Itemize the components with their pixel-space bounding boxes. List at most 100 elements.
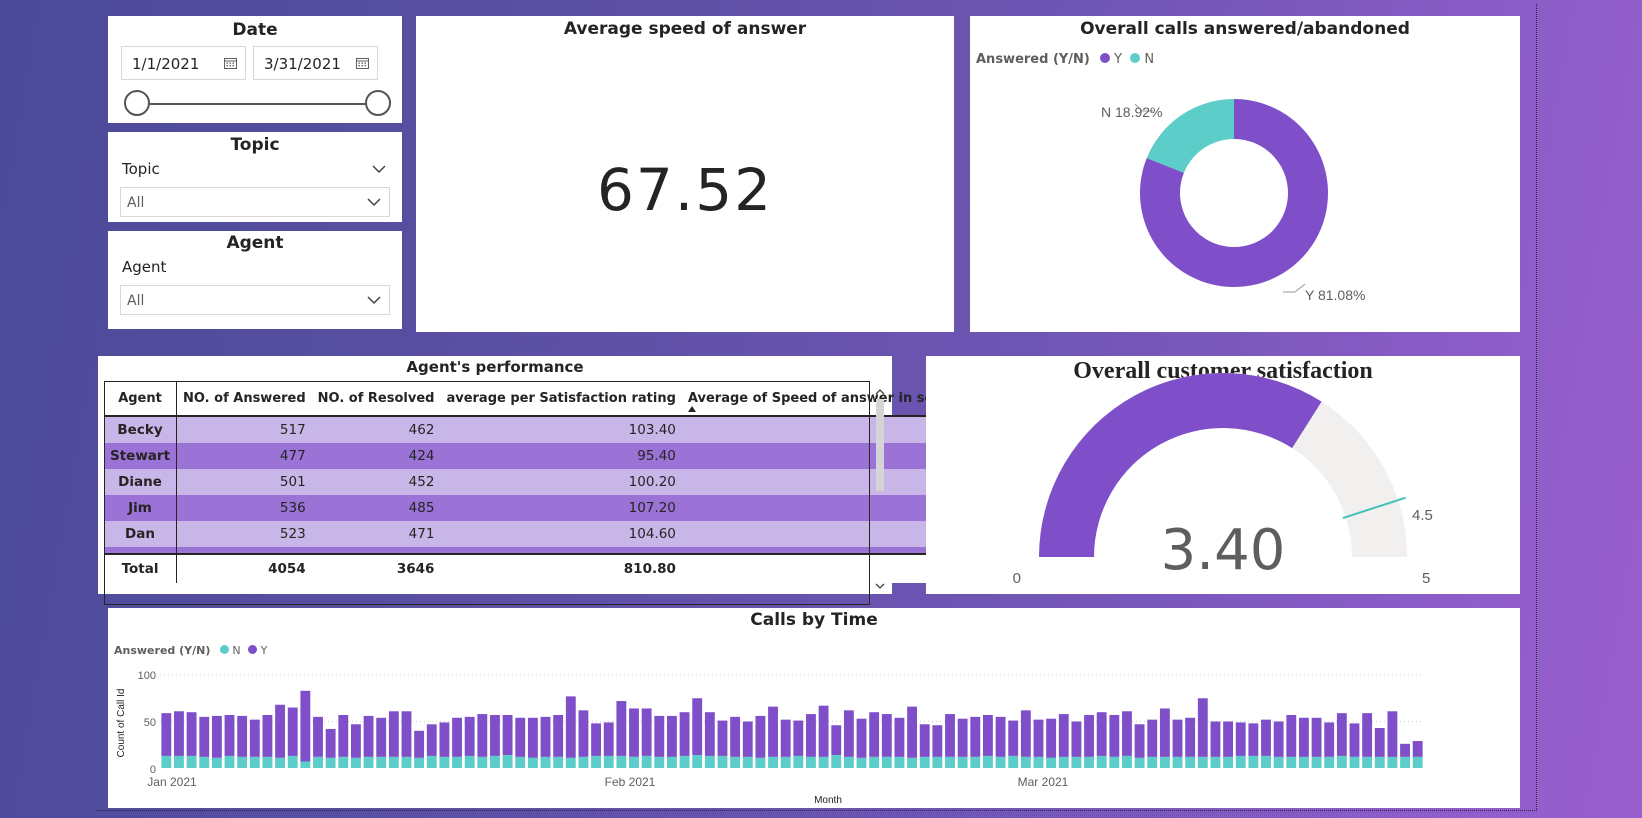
table-row[interactable]: Stewart 477 424 95.40 66.18 [104,443,983,469]
bar-abandoned[interactable] [313,756,323,768]
bar-abandoned[interactable] [856,757,867,768]
bar-answered[interactable] [439,722,450,757]
bar-answered[interactable] [1020,710,1031,757]
bar-answered[interactable] [388,711,399,757]
bar-abandoned[interactable] [1374,756,1385,768]
bar-abandoned[interactable] [464,755,475,768]
bar-answered[interactable] [603,722,614,756]
bar-answered[interactable] [629,708,639,757]
table-scrollbar[interactable] [874,387,886,597]
bar-abandoned[interactable] [439,756,450,768]
bar-answered[interactable] [338,714,349,757]
bar-abandoned[interactable] [932,756,943,768]
bar-abandoned[interactable] [1235,755,1246,768]
bar-abandoned[interactable] [249,756,260,768]
bar-abandoned[interactable] [1324,756,1335,768]
bar-answered[interactable] [1109,714,1120,757]
bar-answered[interactable] [654,715,665,757]
bar-answered[interactable] [1261,719,1271,756]
bar-answered[interactable] [1058,714,1069,757]
bar-answered[interactable] [742,721,753,757]
bar-abandoned[interactable] [919,756,930,768]
bar-answered[interactable] [1235,722,1246,756]
table-row[interactable]: Becky 517 462 103.40 65.33 [104,416,983,443]
bar-answered[interactable] [464,716,475,756]
bar-answered[interactable] [363,715,374,757]
bar-answered[interactable] [325,728,336,758]
bar-answered[interactable] [1008,720,1019,756]
bar-abandoned[interactable] [1311,756,1322,768]
bar-answered[interactable] [376,717,387,757]
bar-answered[interactable] [540,716,551,757]
bar-abandoned[interactable] [1008,755,1019,768]
date-range-start-handle[interactable] [124,90,150,116]
bar-abandoned[interactable] [1134,757,1145,768]
bar-answered[interactable] [224,714,235,756]
bar-answered[interactable] [1412,741,1423,757]
bar-answered[interactable] [591,723,602,756]
scroll-up-icon[interactable] [874,387,886,397]
bar-abandoned[interactable] [1058,756,1069,768]
bar-abandoned[interactable] [730,756,741,768]
bar-abandoned[interactable] [161,755,172,768]
bar-abandoned[interactable] [1172,756,1183,768]
bar-abandoned[interactable] [654,756,665,768]
bar-abandoned[interactable] [1273,756,1284,768]
column-header-agent[interactable]: Agent [104,381,178,417]
bar-answered[interactable] [275,704,286,758]
bar-answered[interactable] [704,712,715,756]
bar-abandoned[interactable] [1147,756,1158,768]
bar-abandoned[interactable] [1096,755,1107,768]
bar-abandoned[interactable] [881,756,892,768]
bar-abandoned[interactable] [742,756,753,768]
bar-answered[interactable] [1033,719,1044,757]
bar-answered[interactable] [515,717,526,757]
bar-answered[interactable] [1400,743,1410,757]
bar-answered[interactable] [401,711,412,757]
bar-answered[interactable] [1185,717,1196,757]
bar-answered[interactable] [717,720,728,756]
bar-abandoned[interactable] [414,757,425,768]
calendar-icon[interactable] [356,57,369,69]
bar-answered[interactable] [881,714,892,757]
bar-answered[interactable] [211,715,222,758]
bar-answered[interactable] [730,716,741,757]
bar-answered[interactable] [957,718,968,757]
bar-answered[interactable] [1298,717,1309,757]
bar-abandoned[interactable] [1122,755,1132,768]
bar-abandoned[interactable] [894,756,905,768]
table-row[interactable]: Diane 501 452 100.20 66.27 [104,469,983,495]
bar-answered[interactable] [199,716,210,757]
bar-answered[interactable] [1387,711,1398,757]
bar-abandoned[interactable] [515,756,526,768]
bar-abandoned[interactable] [1159,756,1170,768]
agent-dropdown[interactable]: All [120,285,390,315]
bar-answered[interactable] [641,708,652,756]
bar-abandoned[interactable] [629,756,639,768]
bar-answered[interactable] [1134,724,1145,758]
bar-answered[interactable] [692,698,703,755]
bar-abandoned[interactable] [692,754,703,768]
bar-answered[interactable] [982,714,993,756]
bar-abandoned[interactable] [186,755,197,768]
bar-abandoned[interactable] [363,756,374,768]
bar-abandoned[interactable] [679,755,690,768]
bar-answered[interactable] [1210,721,1221,757]
bar-abandoned[interactable] [224,755,235,768]
bar-abandoned[interactable] [641,755,652,768]
bar-abandoned[interactable] [1210,756,1221,768]
bar-abandoned[interactable] [325,757,336,768]
bar-answered[interactable] [1286,714,1297,757]
bar-answered[interactable] [1324,722,1335,757]
bar-answered[interactable] [869,712,880,757]
bar-answered[interactable] [161,713,172,756]
bar-answered[interactable] [1248,723,1259,756]
bar-abandoned[interactable] [591,755,602,768]
bar-abandoned[interactable] [982,755,993,768]
bar-abandoned[interactable] [1336,755,1347,768]
bar-answered[interactable] [1096,712,1107,756]
bar-answered[interactable] [1197,698,1208,757]
bar-abandoned[interactable] [869,756,880,768]
bar-answered[interactable] [1159,708,1170,757]
column-header-satisfaction[interactable]: average per Satisfaction rating [440,381,682,417]
